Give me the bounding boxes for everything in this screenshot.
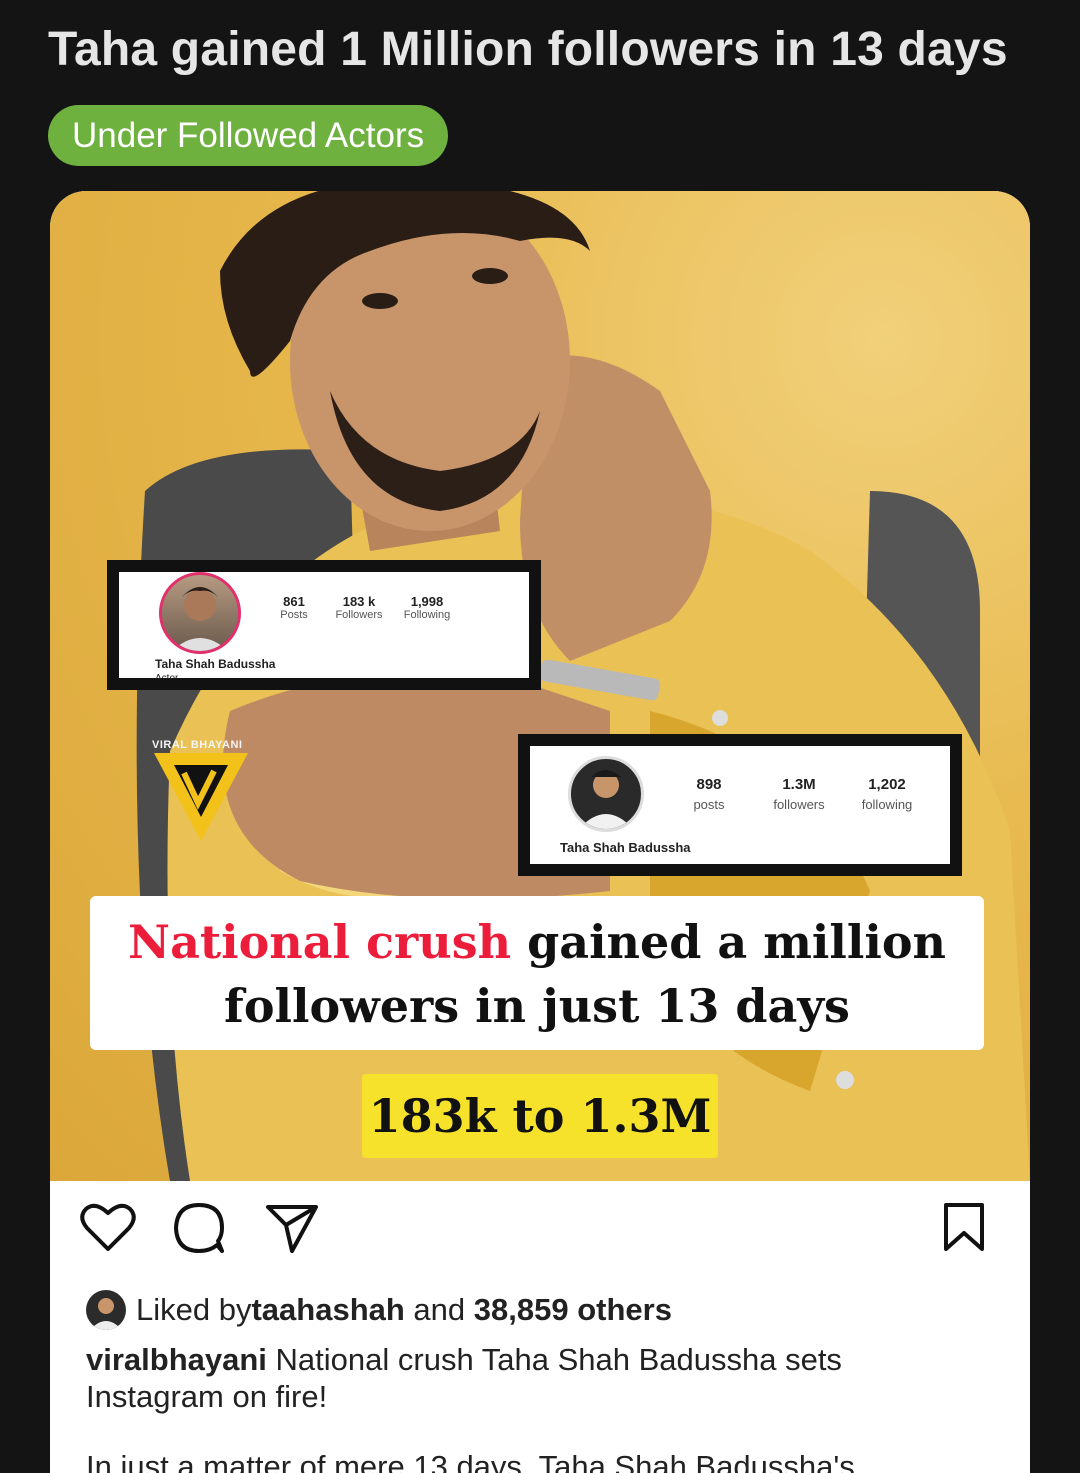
caption: viralbhayani National crush Taha Shah Ba… [86, 1341, 926, 1415]
stat-posts: 861 Posts [280, 594, 308, 621]
profile-avatar [159, 572, 241, 654]
post-action-bar [50, 1181, 1030, 1281]
liked-prefix: Liked by [136, 1292, 252, 1327]
headline-line-2: followers in just 13 days [224, 979, 850, 1033]
heart-icon[interactable] [80, 1201, 136, 1258]
stat-posts: 898 posts [693, 776, 725, 812]
post-title: Taha gained 1 Million followers in 13 da… [48, 23, 1008, 76]
headline-text: gained a million [511, 915, 946, 969]
follower-range-label: 183k to 1.3M [362, 1074, 718, 1158]
likes-line: Liked by taahashah and 38,859 others [86, 1289, 672, 1331]
bookmark-icon[interactable] [942, 1201, 986, 1258]
liked-user-link[interactable]: taahashah [251, 1292, 404, 1328]
profile-name: Taha Shah Badussha [155, 657, 276, 671]
stat-followers: 1.3M followers [773, 776, 825, 812]
stat-following: 1,202 following [861, 776, 913, 812]
liked-mid: and [404, 1292, 474, 1327]
profile-stats-after: 898 posts 1.3M followers 1,202 following… [518, 734, 962, 876]
comment-icon[interactable] [172, 1201, 226, 1260]
flair-badge[interactable]: Under Followed Actors [48, 105, 449, 166]
profile-name: Taha Shah Badussha [560, 840, 691, 855]
caption-username[interactable]: viralbhayani [86, 1342, 267, 1377]
profile-stats-before: 861 Posts 183 k Followers 1,998 Followin… [107, 560, 541, 690]
share-icon[interactable] [264, 1201, 320, 1260]
post-image: 861 Posts 183 k Followers 1,998 Followin… [50, 191, 1030, 1181]
liker-avatar[interactable] [86, 1290, 126, 1330]
liked-count-link[interactable]: 38,859 others [474, 1292, 672, 1328]
headline-highlight: National crush [128, 915, 512, 969]
profile-subtitle: Actor [155, 673, 179, 679]
watermark-text: VIRAL BHAYANI [152, 739, 243, 751]
headline-banner: National crush gained a million follower… [90, 896, 984, 1050]
viral-bhayani-logo [154, 753, 248, 841]
caption-continuation: In just a matter of mere 13 days, Taha S… [86, 1449, 855, 1473]
profile-avatar [568, 756, 644, 832]
stat-following: 1,998 Following [403, 594, 451, 621]
stat-followers: 183 k Followers [335, 594, 383, 621]
post-media-card[interactable]: 861 Posts 183 k Followers 1,998 Followin… [50, 191, 1030, 1473]
